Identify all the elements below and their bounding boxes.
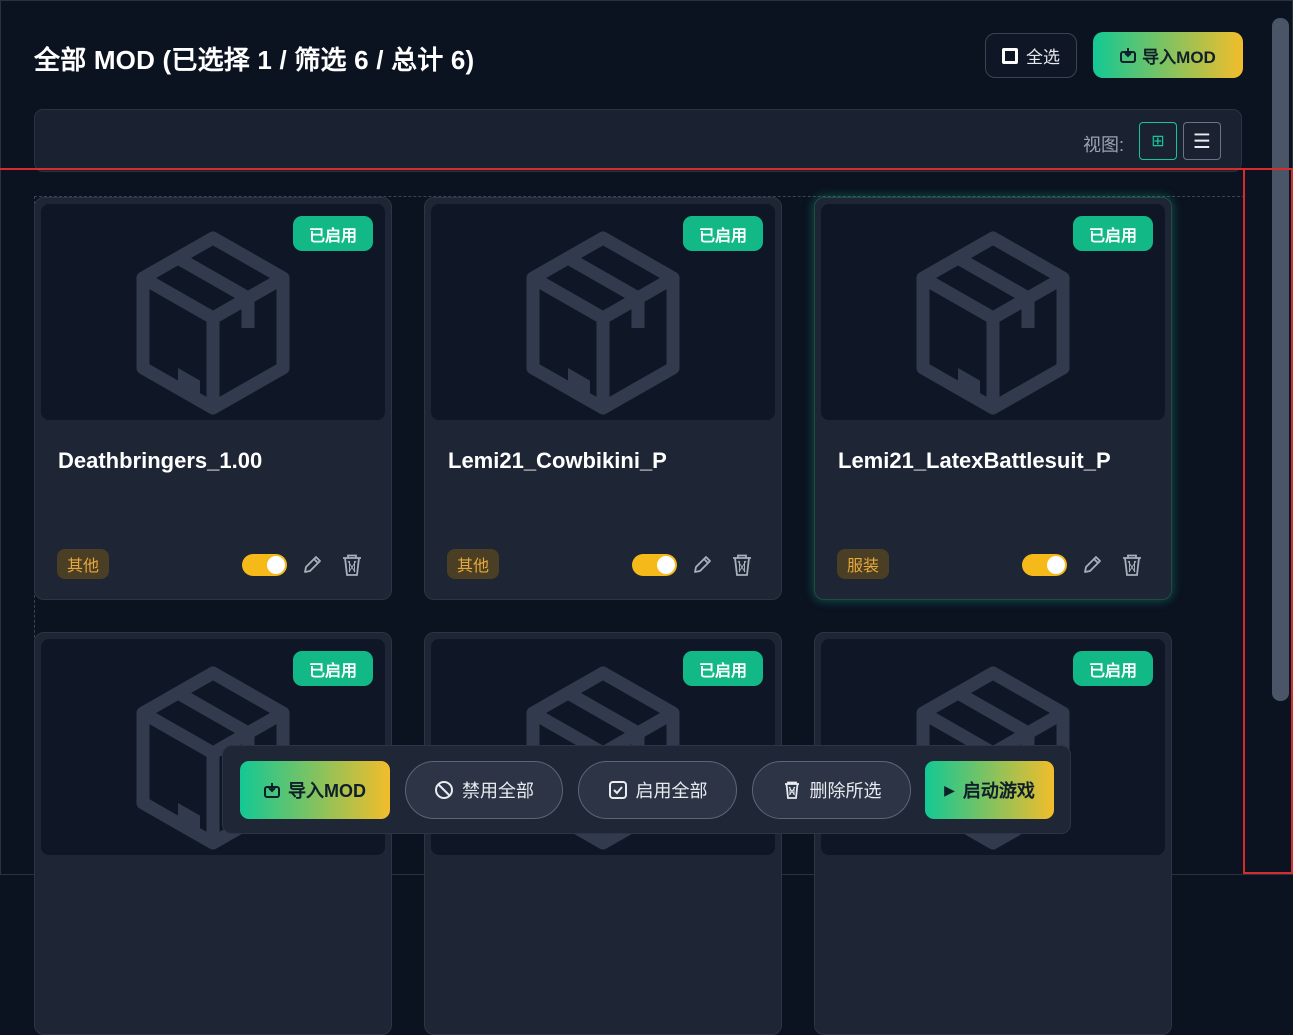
enable-toggle[interactable] — [632, 554, 677, 576]
import-icon — [1120, 47, 1137, 63]
enable-all-button[interactable]: 启用全部 — [578, 761, 737, 819]
trash-icon[interactable] — [731, 553, 753, 582]
status-badge: 已启用 — [683, 216, 763, 251]
status-badge: 已启用 — [1073, 216, 1153, 251]
page-title: 全部 MOD (已选择 1 / 筛选 6 / 总计 6) — [34, 45, 475, 75]
ban-icon — [435, 781, 453, 799]
import-mod-label: 导入MOD — [1142, 47, 1216, 67]
status-badge: 已启用 — [1073, 651, 1153, 686]
list-view-button[interactable]: ☰ — [1183, 122, 1221, 160]
package-icon — [913, 230, 1073, 420]
mod-name: Lemi21_LatexBattlesuit_P — [838, 448, 1111, 473]
enable-toggle[interactable] — [1022, 554, 1067, 576]
import-mod-button[interactable]: 导入MOD — [1093, 32, 1243, 78]
mod-card[interactable]: 已启用 Deathbringers_1.00 其他 — [34, 197, 392, 600]
list-view-icon: ☰ — [1193, 130, 1211, 153]
mod-name: Deathbringers_1.00 — [58, 448, 263, 473]
mod-card[interactable]: 已启用 Lemi21_Cowbikini_P 其他 — [424, 197, 782, 600]
launch-game-button[interactable]: ▶ 启动游戏 — [925, 761, 1054, 819]
toggle-knob — [657, 556, 675, 574]
trash-icon[interactable] — [1121, 553, 1143, 582]
enable-toggle[interactable] — [242, 554, 287, 576]
launch-game-label: 启动游戏 — [962, 781, 1035, 801]
view-toolbar — [34, 109, 1242, 172]
category-tag: 其他 — [57, 549, 109, 579]
import-icon — [264, 782, 280, 798]
edit-icon[interactable] — [301, 554, 323, 581]
status-badge: 已启用 — [683, 651, 763, 686]
select-all-label: 全选 — [1026, 48, 1060, 67]
bottom-import-button[interactable]: 导入MOD — [240, 761, 390, 819]
trash-icon[interactable] — [341, 553, 363, 582]
delete-selected-button[interactable]: 删除所选 — [752, 761, 911, 819]
status-badge: 已启用 — [293, 651, 373, 686]
grid-view-button[interactable]: ⊞ — [1139, 122, 1177, 160]
mod-card[interactable]: 已启用 Lemi21_LatexBattlesuit_P 服装 — [814, 197, 1172, 600]
disable-all-label: 禁用全部 — [462, 781, 534, 801]
checkbox-checked-icon — [608, 781, 627, 799]
disable-all-button[interactable]: 禁用全部 — [405, 761, 563, 819]
category-tag: 其他 — [447, 549, 499, 579]
enable-all-label: 启用全部 — [635, 781, 708, 801]
toggle-knob — [1047, 556, 1065, 574]
highlight-line — [0, 168, 1293, 170]
mod-name: Lemi21_Cowbikini_P — [448, 448, 667, 473]
delete-selected-label: 删除所选 — [809, 781, 882, 801]
scrollbar-thumb[interactable] — [1272, 18, 1289, 701]
toggle-knob — [267, 556, 285, 574]
play-icon: ▶ — [944, 781, 955, 798]
status-badge: 已启用 — [293, 216, 373, 251]
view-label: 视图: — [1083, 135, 1125, 155]
category-tag: 服装 — [837, 549, 889, 579]
edit-icon[interactable] — [691, 554, 713, 581]
package-icon — [523, 230, 683, 420]
bottom-import-label: 导入MOD — [288, 781, 366, 801]
trash-icon — [784, 781, 799, 799]
package-icon — [133, 230, 293, 420]
checkbox-icon — [1002, 47, 1018, 64]
grid-view-icon: ⊞ — [1151, 133, 1165, 150]
select-all-button[interactable]: 全选 — [985, 33, 1077, 78]
edit-icon[interactable] — [1081, 554, 1103, 581]
